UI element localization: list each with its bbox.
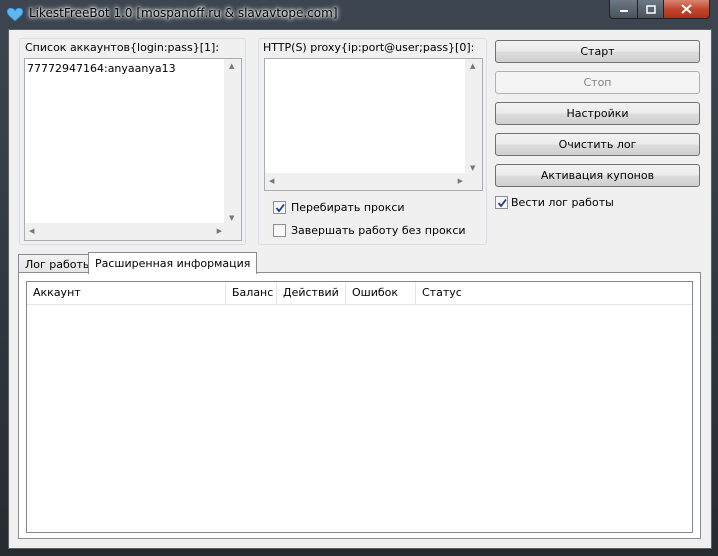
tab-panel: Аккаунт Баланс Действий Ошибок Статус xyxy=(18,272,701,539)
title-bar[interactable]: LikestFreeBot 1.0 [mospanoff.ru & slavav… xyxy=(0,0,718,29)
scroll-right-icon[interactable]: ▶ xyxy=(217,227,222,235)
table-header: Аккаунт Баланс Действий Ошибок Статус xyxy=(27,282,692,305)
keep-log-label[interactable]: Вести лог работы xyxy=(511,196,614,209)
accounts-hscroll[interactable]: ◀ ▶ xyxy=(25,223,224,240)
column-balance[interactable]: Баланс xyxy=(226,282,277,304)
minimize-icon xyxy=(619,10,628,12)
checkmark-icon xyxy=(275,203,285,213)
close-button[interactable] xyxy=(663,0,710,19)
settings-button[interactable]: Настройки xyxy=(495,102,700,125)
proxy-label: HTTP(S) proxy{ip:port@user;pass}[0]: xyxy=(263,41,475,54)
minimize-button[interactable] xyxy=(609,0,638,19)
column-errors[interactable]: Ошибок xyxy=(346,282,416,304)
scroll-corner xyxy=(465,173,482,190)
column-status[interactable]: Статус xyxy=(416,282,692,304)
cycle-proxy-label[interactable]: Перебирать прокси xyxy=(291,201,405,214)
scroll-up-icon[interactable]: ▲ xyxy=(470,62,475,70)
maximize-icon xyxy=(645,4,656,14)
scroll-up-icon[interactable]: ▲ xyxy=(229,62,234,70)
accounts-label: Список аккаунтов{login:pass}[1]: xyxy=(25,41,220,54)
account-item[interactable]: 77772947164:anyaanya13 xyxy=(27,62,176,75)
proxy-hscroll[interactable]: ◀ ▶ xyxy=(265,173,465,190)
heart-icon xyxy=(7,8,23,22)
cycle-proxy-checkbox[interactable] xyxy=(273,201,286,214)
tab-extended-info[interactable]: Расширенная информация xyxy=(88,252,258,274)
scroll-down-icon[interactable]: ▼ xyxy=(229,214,234,222)
stop-without-proxy-checkbox[interactable] xyxy=(273,224,286,237)
proxy-group: HTTP(S) proxy{ip:port@user;pass}[0]: ▲ ▼… xyxy=(258,38,487,245)
accounts-table[interactable]: Аккаунт Баланс Действий Ошибок Статус xyxy=(26,281,693,533)
close-icon xyxy=(681,4,692,14)
accounts-list[interactable]: 77772947164:anyaanya13 ▲ ▼ ◀ ▶ xyxy=(24,58,242,241)
tab-log[interactable]: Лог работы xyxy=(18,254,99,274)
accounts-group: Список аккаунтов{login:pass}[1]: 7777294… xyxy=(19,38,246,245)
accounts-vscroll[interactable]: ▲ ▼ xyxy=(224,59,241,223)
scroll-left-icon[interactable]: ◀ xyxy=(269,177,274,185)
scroll-corner xyxy=(224,223,241,240)
start-button[interactable]: Старт xyxy=(495,40,700,63)
stop-button[interactable]: Стоп xyxy=(495,71,700,94)
column-account[interactable]: Аккаунт xyxy=(27,282,226,304)
app-window: LikestFreeBot 1.0 [mospanoff.ru & slavav… xyxy=(0,0,718,556)
scroll-right-icon[interactable]: ▶ xyxy=(458,177,463,185)
proxy-list[interactable]: ▲ ▼ ◀ ▶ xyxy=(264,58,483,191)
column-actions[interactable]: Действий xyxy=(277,282,346,304)
proxy-vscroll[interactable]: ▲ ▼ xyxy=(465,59,482,173)
stop-without-proxy-label[interactable]: Завершать работу без прокси xyxy=(291,224,466,237)
maximize-button[interactable] xyxy=(637,0,664,19)
scroll-left-icon[interactable]: ◀ xyxy=(29,227,34,235)
activate-coupons-button[interactable]: Активация купонов xyxy=(495,164,700,187)
window-title: LikestFreeBot 1.0 [mospanoff.ru & slavav… xyxy=(29,6,338,20)
checkmark-icon xyxy=(497,198,507,208)
clear-log-button[interactable]: Очистить лог xyxy=(495,133,700,156)
client-area: Список аккаунтов{login:pass}[1]: 7777294… xyxy=(8,29,712,549)
scroll-down-icon[interactable]: ▼ xyxy=(470,164,475,172)
keep-log-checkbox[interactable] xyxy=(495,196,508,209)
